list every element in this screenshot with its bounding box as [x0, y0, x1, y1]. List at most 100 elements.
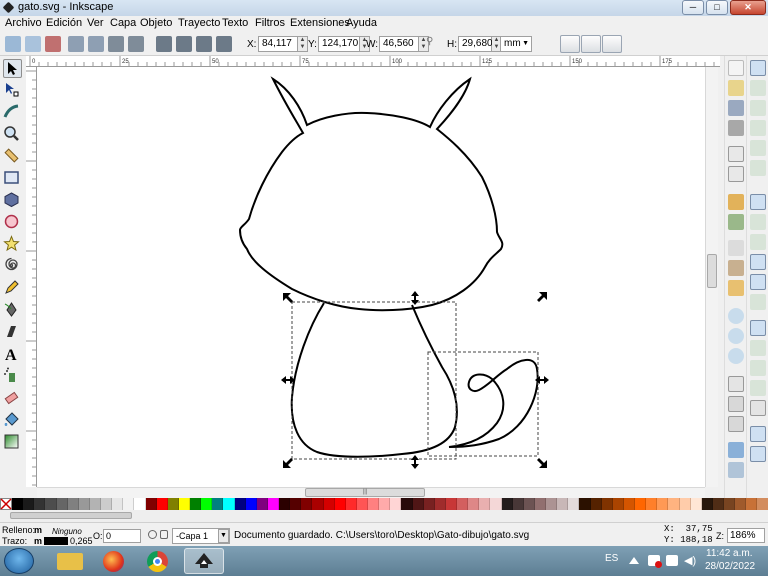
palette-swatch[interactable] — [468, 498, 480, 510]
snap-intersections-icon[interactable] — [750, 234, 766, 250]
scale-stroke-button[interactable] — [560, 35, 580, 53]
export-icon[interactable] — [728, 166, 744, 182]
snap-bbox-edges-icon[interactable] — [750, 100, 766, 116]
star-tool-icon[interactable] — [3, 235, 22, 254]
snap-others-icon[interactable] — [750, 320, 766, 336]
x-input[interactable]: 84,117 — [258, 36, 298, 52]
snap-toggle-icon[interactable] — [750, 60, 766, 76]
snap-rotation-centers-icon[interactable] — [750, 360, 766, 376]
palette-swatch[interactable] — [334, 498, 346, 510]
minimize-button[interactable]: ─ — [682, 0, 704, 15]
palette-swatch[interactable] — [635, 498, 647, 510]
taskbar-inkscape[interactable] — [184, 548, 224, 574]
palette-swatch[interactable] — [523, 498, 535, 510]
select-all-layers-icon[interactable] — [25, 36, 41, 52]
snap-smooth-nodes-icon[interactable] — [750, 274, 766, 290]
palette-swatch[interactable] — [56, 498, 68, 510]
snap-guides-icon[interactable] — [750, 446, 766, 462]
palette-swatch[interactable] — [657, 498, 669, 510]
zoom-input[interactable]: 186% — [727, 528, 765, 543]
start-button[interactable] — [4, 548, 34, 574]
pen-tool-icon[interactable] — [3, 301, 22, 320]
ellipse-tool-icon[interactable] — [3, 213, 22, 232]
flip-vertical-icon[interactable] — [128, 36, 144, 52]
paint-bucket-tool-icon[interactable] — [3, 411, 22, 430]
palette-swatch[interactable] — [557, 498, 569, 510]
palette-swatch[interactable] — [434, 498, 446, 510]
lower-to-bottom-icon[interactable] — [216, 36, 232, 52]
clone-icon[interactable] — [728, 396, 744, 412]
handle-top[interactable] — [411, 291, 419, 305]
palette-swatch[interactable] — [167, 498, 179, 510]
palette-swatch[interactable] — [45, 498, 57, 510]
palette-swatch[interactable] — [412, 498, 424, 510]
unit-select[interactable]: mm ▼ — [500, 36, 532, 52]
menu-extensiones[interactable]: Extensiones — [290, 17, 350, 29]
paste-icon[interactable] — [728, 280, 744, 296]
cat-tail[interactable] — [448, 359, 539, 448]
palette-swatch[interactable] — [234, 498, 246, 510]
palette-swatch[interactable] — [212, 498, 224, 510]
snap-nodes-icon[interactable] — [750, 194, 766, 210]
tweak-tool-icon[interactable] — [3, 103, 22, 122]
palette-swatch[interactable] — [23, 498, 35, 510]
clock-date[interactable]: 28/02/2022 — [705, 561, 755, 572]
fill-swatch[interactable]: Ninguno — [52, 527, 82, 536]
palette-swatch[interactable] — [501, 498, 513, 510]
palette-swatch[interactable] — [679, 498, 691, 510]
palette-swatch[interactable] — [546, 498, 558, 510]
import-icon[interactable] — [728, 146, 744, 162]
palette-swatch[interactable] — [134, 498, 146, 510]
snap-bbox-centers-icon[interactable] — [750, 160, 766, 176]
open-file-icon[interactable] — [728, 80, 744, 96]
spiral-tool-icon[interactable] — [3, 257, 22, 276]
stroke-swatch[interactable] — [44, 537, 68, 545]
unlink-clone-icon[interactable] — [728, 416, 744, 432]
y-input[interactable]: 124,170 — [318, 36, 360, 52]
ungroup-icon[interactable] — [728, 462, 744, 478]
palette-swatch[interactable] — [312, 498, 324, 510]
lock-layer-icon[interactable] — [160, 530, 168, 539]
palette-swatch[interactable] — [368, 498, 380, 510]
palette-swatch[interactable] — [279, 498, 291, 510]
palette-swatch[interactable] — [156, 498, 168, 510]
measure-tool-icon[interactable] — [3, 147, 22, 166]
menu-trayecto[interactable]: Trayecto — [178, 17, 220, 29]
h-input[interactable]: 29,680 — [458, 36, 493, 52]
horizontal-scrollbar[interactable]: ||| — [37, 487, 705, 498]
3d-box-tool-icon[interactable] — [3, 191, 22, 210]
undo-icon[interactable] — [728, 194, 744, 210]
palette-swatch[interactable] — [123, 498, 135, 510]
menu-ver[interactable]: Ver — [87, 17, 104, 29]
palette-swatch[interactable] — [534, 498, 546, 510]
palette-swatch[interactable] — [390, 498, 402, 510]
palette-scrollbar[interactable] — [0, 510, 768, 522]
copy-icon[interactable] — [728, 240, 744, 256]
taskbar-chrome[interactable] — [138, 548, 178, 574]
duplicate-icon[interactable] — [728, 376, 744, 392]
palette-swatch[interactable] — [590, 498, 602, 510]
palette-swatch[interactable] — [34, 498, 46, 510]
palette-swatch[interactable] — [12, 498, 24, 510]
snap-grid-icon[interactable] — [750, 426, 766, 442]
stroke-width-value[interactable]: 0,265 — [70, 536, 93, 546]
snap-bbox-midpoints-icon[interactable] — [750, 140, 766, 156]
maximize-button[interactable]: □ — [706, 0, 728, 15]
snap-midpoints-icon[interactable] — [750, 294, 766, 310]
palette-swatch[interactable] — [256, 498, 268, 510]
rotate-ccw-icon[interactable] — [68, 36, 84, 52]
opacity-input[interactable]: 0 — [103, 529, 141, 543]
eraser-tool-icon[interactable] — [3, 389, 22, 408]
zoom-page-icon[interactable] — [728, 348, 744, 364]
zoom-tool-icon[interactable] — [3, 125, 22, 144]
menu-edicion[interactable]: Edición — [46, 17, 82, 29]
palette-swatch[interactable] — [245, 498, 257, 510]
snap-paths-icon[interactable] — [750, 214, 766, 230]
cat-head[interactable] — [238, 76, 504, 312]
palette-swatch[interactable] — [712, 498, 724, 510]
volume-icon[interactable]: ◀) — [684, 554, 696, 567]
language-indicator[interactable]: ES — [605, 553, 618, 564]
calligraphy-tool-icon[interactable] — [3, 323, 22, 342]
palette-swatch[interactable] — [724, 498, 736, 510]
lower-icon[interactable] — [196, 36, 212, 52]
